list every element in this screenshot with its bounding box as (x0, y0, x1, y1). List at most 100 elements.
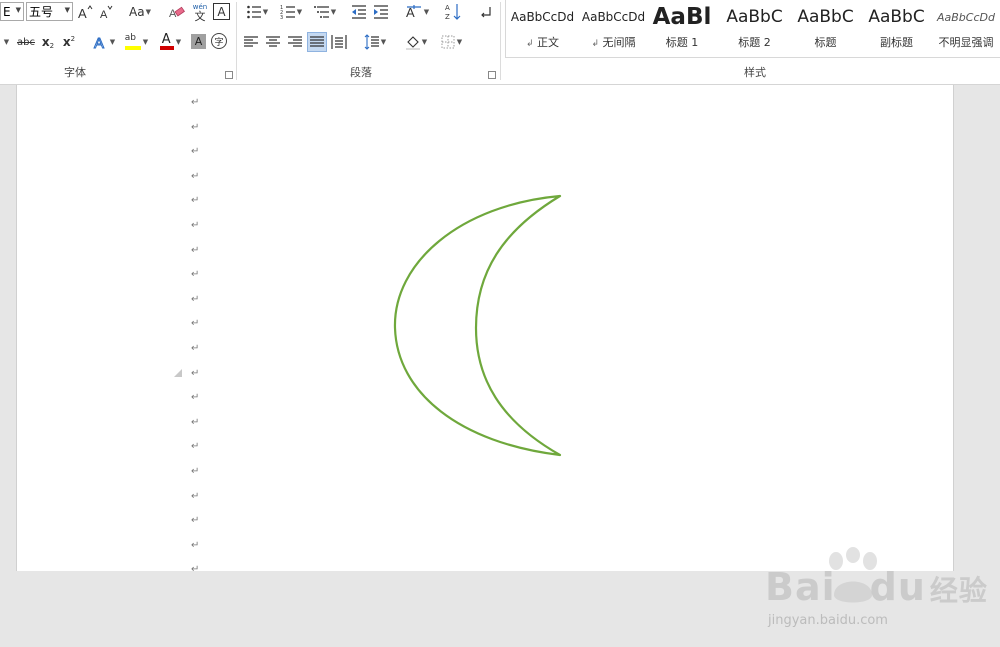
clear-formatting-button[interactable]: A (168, 3, 186, 21)
multilevel-list-button[interactable]: ▼ (310, 3, 340, 21)
moon-shape[interactable] (390, 193, 590, 463)
line-spacing-icon (364, 34, 379, 50)
chevron-down-icon[interactable]: ▼ (2, 35, 10, 49)
subscript-sub: 2 (49, 41, 55, 50)
paragraph-mark: ↵ (191, 466, 200, 477)
subscript-label: x (41, 35, 50, 49)
chevron-down-icon: ▼ (456, 38, 463, 46)
chevron-down-icon: ▼ (175, 38, 182, 46)
paragraph-mark: ↵ (191, 540, 200, 551)
align-right-button[interactable] (286, 33, 304, 51)
font-color-bar (159, 46, 174, 50)
text-effects-button[interactable]: A ▼ (90, 33, 118, 51)
paragraph-mark: ↵ (191, 97, 200, 108)
paragraph-mark: ↵ (191, 368, 200, 379)
document-page[interactable]: ↵ ↵ ↵ ↵ ↵ ↵ ↵ ↵ ↵ ↵ ↵ ↵ ↵ ↵ ↵ ↵ ↵ ↵ ↵ ↵ (16, 85, 954, 575)
line-spacing-button[interactable]: ▼ (360, 33, 390, 51)
watermark-url: jingyan.baidu.com (768, 613, 888, 628)
paragraph-mark: ↵ (191, 245, 200, 256)
style-sample: AaBbCcDd (581, 10, 646, 24)
show-hide-marks-button[interactable] (476, 3, 494, 21)
baidu-watermark: Bai du 经验 jingyan.baidu.com (750, 547, 987, 647)
paragraph-mark: ↵ (191, 318, 200, 329)
group-separator (500, 2, 501, 80)
increase-indent-icon (374, 5, 388, 19)
paragraph-mark: ↵ (191, 392, 200, 403)
paragraph-mark: ↵ (191, 441, 200, 452)
grow-font-button[interactable]: A (77, 3, 93, 21)
justify-icon (310, 36, 324, 47)
style-title[interactable]: AaBbC 标题 (790, 2, 861, 54)
paragraph-mark-icon (481, 7, 491, 18)
style-name: 无间隔 (602, 36, 636, 49)
style-no-spacing[interactable]: AaBbCcDd ↲ 无间隔 (578, 2, 649, 54)
style-sample: AaBbC (868, 7, 925, 27)
chevron-down-icon: ▼ (15, 6, 21, 14)
highlight-label: ab (124, 33, 137, 43)
font-dialog-launcher[interactable] (225, 71, 233, 79)
style-sample: AaBl (652, 4, 712, 30)
borders-button[interactable]: ▼ (436, 33, 466, 51)
paragraph-mark: ↵ (191, 417, 200, 428)
superscript-label: x (62, 35, 71, 49)
style-name: 不明显强调 (938, 36, 994, 49)
character-shading-button[interactable]: A (191, 34, 206, 49)
sort-button[interactable]: AZ (444, 2, 462, 22)
subscript-button[interactable]: x2 (40, 34, 56, 50)
enclose-characters-button[interactable]: 字 (211, 33, 227, 49)
increase-indent-button[interactable] (372, 3, 390, 21)
font-name-combo[interactable]: E ▼ (0, 2, 24, 21)
phonetic-guide-button[interactable]: wén 文 (190, 2, 210, 22)
strikethrough-button[interactable]: abc (16, 34, 36, 50)
text-effects-icon: A (93, 35, 104, 51)
align-right-icon (288, 36, 302, 47)
style-normal[interactable]: AaBbCcDd ↲ 正文 (507, 2, 578, 54)
style-subtitle[interactable]: AaBbC 副标题 (861, 2, 932, 54)
distributed-button[interactable] (330, 33, 348, 51)
numbering-icon: 123 (280, 5, 295, 20)
chevron-down-icon: ▼ (64, 6, 70, 14)
svg-text:A: A (94, 35, 104, 50)
character-border-button[interactable]: A (213, 3, 230, 20)
crop-mark-icon (174, 369, 182, 377)
chinese-layout-icon: A (406, 5, 421, 20)
shrink-font-button[interactable]: A (98, 3, 114, 21)
distributed-icon (331, 35, 347, 49)
character-border-char: A (217, 4, 226, 19)
watermark-brand: Bai du 经验 (765, 565, 988, 609)
style-sample: AaBbCcDd (937, 10, 995, 24)
font-size-combo[interactable]: 五号 ▼ (26, 2, 73, 21)
style-name: 标题 (814, 36, 837, 49)
style-name: 正文 (537, 36, 560, 49)
style-name: 标题 2 (738, 36, 771, 49)
font-color-button[interactable]: A ▼ (155, 32, 185, 52)
paragraph-mark: ↵ (191, 146, 200, 157)
bullets-button[interactable]: ▼ (242, 3, 272, 21)
shading-button[interactable]: ▼ (401, 33, 431, 51)
chevron-down-icon: ▼ (423, 8, 430, 16)
style-heading-2[interactable]: AaBbC 标题 2 (719, 2, 790, 54)
change-case-button[interactable]: Aa ▼ (124, 3, 156, 21)
align-left-button[interactable] (242, 33, 260, 51)
change-case-label: Aa (129, 5, 145, 19)
style-heading-1[interactable]: AaBl 标题 1 (649, 2, 715, 54)
justify-button[interactable] (307, 32, 327, 52)
style-sample: AaBbCcDd (510, 10, 575, 24)
decrease-indent-button[interactable] (350, 3, 368, 21)
chinese-layout-button[interactable]: A ▼ (402, 3, 432, 21)
styles-group-label: 样式 (744, 66, 766, 79)
align-center-button[interactable] (264, 33, 282, 51)
superscript-button[interactable]: x2 (61, 34, 77, 50)
highlight-color-bar (124, 46, 141, 50)
paragraph-mark: ↵ (191, 343, 200, 354)
font-size-value: 五号 (29, 5, 54, 19)
paragraph-mark: ↵ (191, 195, 200, 206)
paragraph-mark: ↵ (191, 515, 200, 526)
highlight-color-button[interactable]: ab ▼ (121, 32, 151, 52)
chevron-down-icon: ▼ (109, 38, 116, 46)
paragraph-mark: ↵ (191, 269, 200, 280)
paragraph-dialog-launcher[interactable] (488, 71, 496, 79)
numbering-button[interactable]: 1 2 3 ▼ (276, 3, 306, 21)
svg-text:Z: Z (445, 13, 450, 21)
style-subtle-emphasis[interactable]: AaBbCcDd 不明显强调 (932, 2, 1000, 54)
